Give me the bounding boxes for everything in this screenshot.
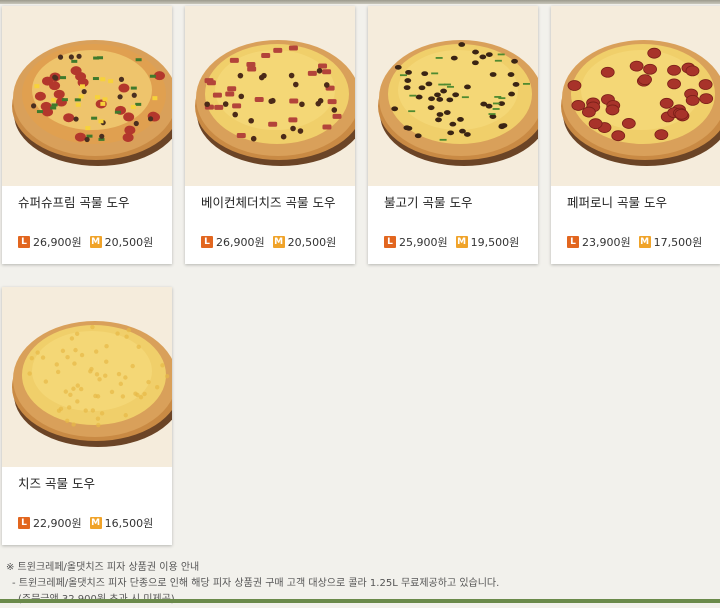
product-image-super-supreme[interactable] [2, 6, 172, 186]
product-prices: L 22,900원 M 16,500원 [18, 515, 161, 531]
product-prices: L 26,900원 M 20,500원 [201, 234, 344, 250]
price-large: 26,900원 [216, 236, 265, 249]
size-m-badge: M [638, 236, 651, 248]
product-image-pepperoni[interactable] [551, 6, 720, 186]
product-name[interactable]: 치즈 곡물 도우 [18, 473, 95, 492]
size-m-badge: M [455, 236, 468, 248]
product-card-bulgogi[interactable]: 불고기 곡물 도우 L 25,900원 M 19,500원 [368, 6, 538, 264]
price-medium: 16,500원 [104, 517, 154, 530]
product-name[interactable]: 페퍼로니 곡물 도우 [567, 192, 667, 211]
size-m-badge: M [89, 517, 102, 529]
size-l-badge: L [384, 236, 396, 248]
product-name[interactable]: 베이컨체더치즈 곡물 도우 [201, 192, 335, 211]
product-prices: L 26,900원 M 20,500원 [18, 234, 161, 250]
notice-line: - 트윈크레페/올댓치즈 피자 단종으로 인해 해당 피자 상품권 구매 고객 … [12, 578, 500, 589]
product-image-cheese[interactable] [2, 287, 172, 467]
product-prices: L 23,900원 M 17,500원 [567, 234, 710, 250]
product-image-bulgogi[interactable] [368, 6, 538, 186]
bottom-border [0, 599, 720, 603]
product-image-bacon-cheddar[interactable] [185, 6, 355, 186]
product-card-cheese[interactable]: 치즈 곡물 도우 L 22,900원 M 16,500원 [2, 287, 172, 545]
size-m-badge: M [272, 236, 285, 248]
product-name[interactable]: 불고기 곡물 도우 [384, 192, 472, 211]
price-medium: 19,500원 [470, 236, 520, 249]
size-l-badge: L [567, 236, 579, 248]
price-large: 23,900원 [582, 236, 631, 249]
product-card-pepperoni[interactable]: 페퍼로니 곡물 도우 L 23,900원 M 17,500원 [551, 6, 720, 264]
price-medium: 20,500원 [287, 236, 337, 249]
price-large: 25,900원 [399, 236, 448, 249]
size-l-badge: L [201, 236, 213, 248]
size-l-badge: L [18, 236, 30, 248]
pizza-product-grid: 슈퍼슈프림 곡물 도우 L 26,900원 M 20,500원 베이컨체더치즈 … [0, 0, 720, 560]
notice-title: ※ 트윈크레페/올댓치즈 피자 상품권 이용 안내 [6, 562, 200, 573]
price-large: 26,900원 [33, 236, 82, 249]
price-large: 22,900원 [33, 517, 82, 530]
product-card-bacon-cheddar[interactable]: 베이컨체더치즈 곡물 도우 L 26,900원 M 20,500원 [185, 6, 355, 264]
product-name[interactable]: 슈퍼슈프림 곡물 도우 [18, 192, 129, 211]
price-medium: 17,500원 [653, 236, 703, 249]
size-m-badge: M [89, 236, 102, 248]
product-prices: L 25,900원 M 19,500원 [384, 234, 527, 250]
price-medium: 20,500원 [104, 236, 154, 249]
size-l-badge: L [18, 517, 30, 529]
product-card-super-supreme[interactable]: 슈퍼슈프림 곡물 도우 L 26,900원 M 20,500원 [2, 6, 172, 264]
